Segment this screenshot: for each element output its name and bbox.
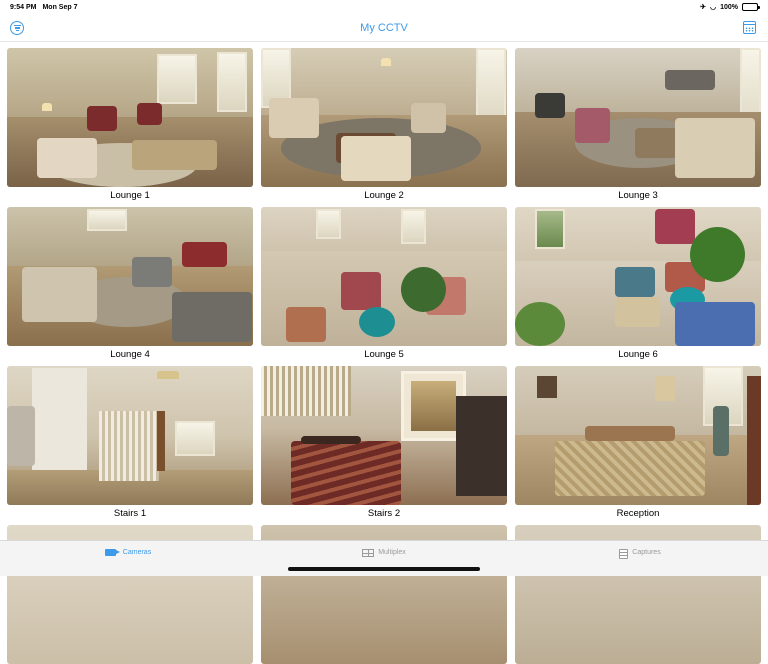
camera-feed[interactable] bbox=[7, 207, 253, 346]
battery-percent: 100% bbox=[720, 3, 738, 11]
camera-tile[interactable]: Stairs 2 bbox=[261, 366, 507, 519]
filter-icon[interactable] bbox=[10, 21, 24, 35]
battery-icon bbox=[742, 3, 760, 11]
video-camera-icon bbox=[104, 549, 120, 556]
tab-label: Multiplex bbox=[378, 549, 406, 556]
grid-icon bbox=[362, 549, 375, 557]
camera-label: Lounge 1 bbox=[110, 190, 150, 201]
camera-tile[interactable]: Lounge 1 bbox=[7, 48, 253, 201]
home-indicator[interactable] bbox=[288, 567, 480, 571]
camera-label: Lounge 6 bbox=[618, 349, 658, 360]
page-title: My CCTV bbox=[360, 21, 408, 34]
camera-feed[interactable] bbox=[7, 48, 253, 187]
camera-label: Lounge 3 bbox=[618, 190, 658, 201]
status-time: 9:54 PM bbox=[10, 3, 37, 11]
list-icon bbox=[619, 549, 629, 559]
status-bar: 9:54 PM Mon Sep 7 ✈ ◡ 100% bbox=[0, 0, 768, 14]
tab-label: Captures bbox=[632, 549, 661, 556]
camera-feed[interactable] bbox=[515, 48, 761, 187]
camera-label: Lounge 4 bbox=[110, 349, 150, 360]
camera-feed[interactable] bbox=[261, 48, 507, 187]
airplane-icon: ✈ bbox=[700, 4, 706, 11]
camera-label: Lounge 5 bbox=[364, 349, 404, 360]
camera-label: Stairs 1 bbox=[113, 508, 147, 519]
camera-tile[interactable]: Lounge 3 bbox=[515, 48, 761, 201]
camera-label: Lounge 2 bbox=[364, 190, 404, 201]
camera-label: Reception bbox=[616, 508, 660, 519]
camera-feed[interactable] bbox=[261, 366, 507, 505]
camera-feed[interactable] bbox=[261, 207, 507, 346]
navigation-bar: My CCTV bbox=[0, 14, 768, 42]
camera-tile[interactable]: Stairs 1 bbox=[7, 366, 253, 519]
tab-captures[interactable]: Captures bbox=[512, 541, 768, 576]
camera-tile[interactable]: Reception bbox=[515, 366, 761, 519]
camera-feed[interactable] bbox=[515, 366, 761, 505]
tab-cameras[interactable]: Cameras bbox=[0, 541, 256, 576]
camera-feed[interactable] bbox=[515, 207, 761, 346]
camera-tile[interactable]: Lounge 2 bbox=[261, 48, 507, 201]
camera-tile[interactable]: Lounge 4 bbox=[7, 207, 253, 360]
tab-label: Cameras bbox=[122, 549, 152, 556]
camera-tile[interactable]: Lounge 6 bbox=[515, 207, 761, 360]
status-date: Mon Sep 7 bbox=[42, 3, 78, 11]
camera-tile[interactable]: Lounge 5 bbox=[261, 207, 507, 360]
camera-feed[interactable] bbox=[7, 366, 253, 505]
calendar-icon[interactable] bbox=[743, 21, 756, 34]
camera-label: Stairs 2 bbox=[367, 508, 401, 519]
wifi-icon: ◡ bbox=[709, 4, 717, 11]
